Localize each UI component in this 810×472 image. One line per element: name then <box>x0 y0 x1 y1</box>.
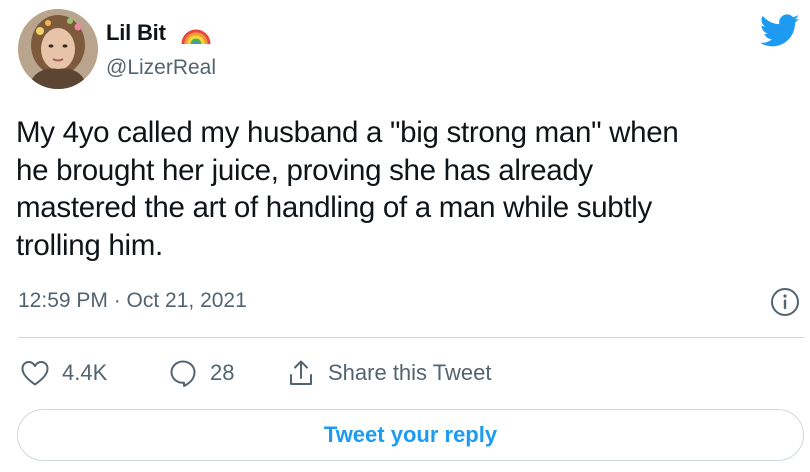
avatar-image <box>18 9 98 89</box>
share-icon <box>290 360 312 385</box>
author-display-name[interactable]: Lil Bit <box>106 20 166 46</box>
tweet-your-reply-button[interactable]: Tweet your reply <box>17 409 804 461</box>
twitter-bird-icon[interactable] <box>760 14 800 48</box>
tweet-text: My 4yo called my husband a "big strong m… <box>16 116 679 262</box>
reply-bubble-icon <box>170 360 196 387</box>
heart-icon <box>21 361 49 386</box>
avatar[interactable] <box>18 9 98 89</box>
reply-count: 28 <box>210 360 235 385</box>
tweet-timestamp[interactable]: 12:59 PM · Oct 21, 2021 <box>18 287 247 315</box>
like-button[interactable]: 4.4K <box>20 356 107 390</box>
reply-button[interactable]: 28 <box>168 356 234 390</box>
share-label: Share this Tweet <box>328 360 492 385</box>
info-icon[interactable] <box>770 287 800 317</box>
author-handle[interactable]: @LizerReal <box>106 55 216 81</box>
like-count: 4.4K <box>62 360 108 385</box>
rainbow-icon <box>181 29 211 45</box>
share-button[interactable]: Share this Tweet <box>286 356 491 390</box>
tweet-card: Lil Bit @LizerReal My 4yo called my husb… <box>0 0 810 472</box>
divider <box>18 337 804 338</box>
